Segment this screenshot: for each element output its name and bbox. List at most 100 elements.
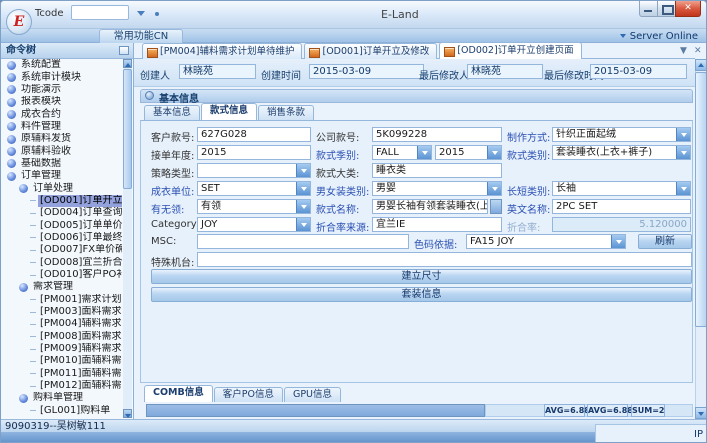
- special-machine-field[interactable]: [197, 252, 692, 267]
- tree-item[interactable]: [PM010]面辅料需求计划...: [2, 355, 122, 367]
- tree-item[interactable]: [GL001]购料单: [2, 405, 122, 417]
- rate-source-field[interactable]: 宜兰IE: [372, 217, 502, 232]
- make-method-select[interactable]: 针织正面起绒: [552, 127, 691, 142]
- tree-item[interactable]: [OD010]客户PO补入: [2, 269, 122, 281]
- tree-item[interactable]: [PM012]面辅料需求资料...: [2, 380, 122, 392]
- tree-item[interactable]: 成衣合约: [2, 108, 122, 120]
- tab-list-dropdown-icon[interactable]: ▼: [680, 46, 687, 56]
- document-tab[interactable]: [OD001]订单开立及修改: [304, 43, 437, 59]
- command-tree-header: 命令树: [1, 43, 133, 59]
- bottom-tab[interactable]: GPU信息: [284, 387, 341, 402]
- dropdown-arrow-icon[interactable]: [676, 128, 690, 141]
- dropdown-arrow-icon[interactable]: [417, 146, 431, 159]
- tree-item[interactable]: 系统审计模块: [2, 71, 122, 83]
- dropdown-arrow-icon[interactable]: [296, 164, 310, 177]
- style-category-select[interactable]: 套装睡衣(上衣+裤子): [552, 145, 691, 160]
- category-select[interactable]: JOY: [197, 217, 311, 232]
- scroll-up-icon[interactable]: [123, 59, 132, 68]
- app-menu-button[interactable]: E: [6, 9, 32, 35]
- collapse-icon[interactable]: [145, 91, 154, 100]
- tree-item[interactable]: 料件管理: [2, 121, 122, 133]
- tree-item[interactable]: [OD004]订单查询: [2, 207, 122, 219]
- msc-field[interactable]: [197, 234, 409, 249]
- refresh-button[interactable]: 刷新: [638, 234, 692, 249]
- tree-item[interactable]: 需求管理: [2, 281, 122, 293]
- gender-class-select[interactable]: 男婴: [372, 181, 502, 196]
- tcode-input[interactable]: [71, 5, 129, 20]
- close-tab-icon[interactable]: ✕: [694, 46, 702, 56]
- tree-item[interactable]: 购料单管理: [2, 392, 122, 404]
- color-basis-select[interactable]: FA15 JOY: [466, 234, 626, 249]
- tree-item[interactable]: [OD008]宜兰折合率维护: [2, 257, 122, 269]
- dropdown-arrow-icon[interactable]: [296, 218, 310, 231]
- scroll-down-icon[interactable]: [123, 409, 132, 418]
- document-tab[interactable]: [PM004]辅料需求计划单待维护: [142, 43, 302, 59]
- style-tabs: 基本信息款式信息销售条款: [144, 104, 315, 120]
- sleeve-class-select[interactable]: 长袖: [552, 181, 691, 196]
- tree-item[interactable]: 功能演示: [2, 84, 122, 96]
- browse-button[interactable]: [490, 199, 502, 214]
- tree-item[interactable]: 订单处理: [2, 182, 122, 194]
- style-season-year-select[interactable]: 2015: [435, 145, 502, 160]
- tree-item[interactable]: [PM009]辅料需求计划单...: [2, 343, 122, 355]
- garment-unit-select[interactable]: SET: [197, 181, 311, 196]
- document-tab[interactable]: [OD002]订单开立创建页面: [439, 42, 581, 59]
- form-icon: [147, 48, 158, 58]
- bottom-tab[interactable]: 客户PO信息: [214, 387, 283, 402]
- style-tab[interactable]: 基本信息: [144, 105, 200, 120]
- tree-item[interactable]: 报表模块: [2, 96, 122, 108]
- tree-item[interactable]: [OD001]订单开立及修改: [2, 195, 122, 207]
- tree-item[interactable]: 系统配置: [2, 59, 122, 71]
- tree-item[interactable]: [PM001]需求计划开立: [2, 294, 122, 306]
- style-name-field[interactable]: 男婴长袖有领套装睡衣(上衣+裤子): [372, 199, 488, 214]
- quick-access-dropdown-button[interactable]: [135, 8, 147, 19]
- server-status[interactable]: Server Online: [620, 31, 698, 42]
- tree-item[interactable]: [PM003]面料需求计划单...: [2, 306, 122, 318]
- created-at-field[interactable]: 2015-03-09: [309, 64, 424, 79]
- tree-item[interactable]: 原辅料验收: [2, 145, 122, 157]
- scroll-down-icon[interactable]: [695, 407, 707, 419]
- dropdown-arrow-icon[interactable]: [296, 182, 310, 195]
- group-header[interactable]: [140, 89, 693, 103]
- tree-item[interactable]: [PM008]面料需求计划单...: [2, 331, 122, 343]
- tree-item[interactable]: 基础数据: [2, 158, 122, 170]
- dropdown-arrow-icon[interactable]: [676, 182, 690, 195]
- modified-at-field[interactable]: 2015-03-09: [590, 64, 687, 79]
- dropdown-arrow-icon[interactable]: [296, 200, 310, 213]
- company-style-field[interactable]: 5K099228: [372, 127, 502, 142]
- maximize-button[interactable]: [657, 1, 676, 17]
- order-year-field[interactable]: 2015: [197, 145, 311, 160]
- tree-item[interactable]: [OD007]FX单价确认: [2, 244, 122, 256]
- dropdown-arrow-icon[interactable]: [676, 146, 690, 159]
- strategy-type-select[interactable]: [197, 163, 311, 178]
- panel-pin-icon[interactable]: [119, 46, 129, 55]
- tree-item[interactable]: [PM004]辅料需求计划单...: [2, 318, 122, 330]
- style-tab[interactable]: 款式信息: [201, 103, 257, 120]
- tree-item[interactable]: [PM011]面辅料需求计划...: [2, 368, 122, 380]
- close-button[interactable]: ✕: [675, 1, 701, 17]
- minimize-button[interactable]: [639, 1, 658, 17]
- sidebar-scroll-thumb[interactable]: [123, 69, 132, 189]
- dropdown-arrow-icon[interactable]: [487, 182, 501, 195]
- style-tab[interactable]: 销售条款: [258, 105, 314, 120]
- dropdown-arrow-icon[interactable]: [611, 235, 625, 248]
- quick-access-more-button[interactable]: [151, 8, 163, 19]
- ribbon-tab-common-functions[interactable]: 常用功能CN: [99, 29, 183, 43]
- build-size-button[interactable]: 建立尺寸: [151, 269, 692, 284]
- bottom-tab[interactable]: COMB信息: [144, 385, 213, 402]
- english-name-field[interactable]: 2PC SET: [552, 199, 691, 214]
- created-by-field[interactable]: 林晓苑: [179, 64, 256, 79]
- scroll-up-icon[interactable]: [695, 59, 707, 71]
- tree-item[interactable]: 原辅料发货: [2, 133, 122, 145]
- customer-style-field[interactable]: 627G028: [197, 127, 311, 142]
- tree-item[interactable]: [OD006]订单最终数量修改: [2, 232, 122, 244]
- style-season-select[interactable]: FALL: [372, 145, 432, 160]
- tree-item[interactable]: [OD005]订单单价修改(新): [2, 219, 122, 231]
- modified-by-field[interactable]: 林晓苑: [467, 64, 543, 79]
- collar-select[interactable]: 有领: [197, 199, 311, 214]
- suit-info-button[interactable]: 套装信息: [151, 287, 692, 302]
- style-class-field[interactable]: 睡衣类: [372, 163, 502, 178]
- tree-item[interactable]: 订单管理: [2, 170, 122, 182]
- dropdown-arrow-icon[interactable]: [487, 146, 501, 159]
- main-scroll-thumb[interactable]: [695, 72, 707, 327]
